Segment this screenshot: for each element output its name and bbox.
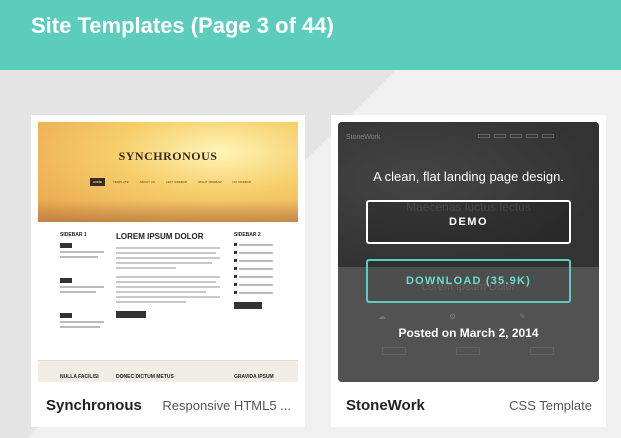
preview-mini-button <box>60 243 72 248</box>
preview-footer-heading: DONEC DICTUM METUS <box>116 374 174 380</box>
preview-check-item <box>234 267 288 270</box>
page-header: Site Templates (Page 3 of 44) <box>0 0 621 70</box>
preview-text-line <box>116 247 220 249</box>
preview-text-line <box>60 291 96 293</box>
preview-mini-button <box>60 313 72 318</box>
preview-nav-item: RIGHT SIDEBAR <box>198 180 222 184</box>
demo-button[interactable]: DEMO <box>366 200 571 244</box>
preview-mini-button <box>116 311 146 318</box>
preview-main-heading: LOREM IPSUM DOLOR <box>116 232 204 241</box>
page-title: Site Templates (Page 3 of 44) <box>31 13 334 38</box>
preview-text-line <box>116 301 186 303</box>
preview-text-line <box>116 257 220 259</box>
preview-mini-button <box>234 302 262 309</box>
preview-mini-button <box>60 278 72 283</box>
preview-nav-item: TEMPLATE <box>113 180 129 184</box>
preview-text-line <box>60 286 104 288</box>
preview-sidebar-left: SIDEBAR 1 <box>60 232 106 328</box>
posted-date: Posted on March 2, 2014 <box>398 326 539 340</box>
preview-text-line <box>116 267 176 269</box>
preview-text-line <box>116 281 216 283</box>
download-button[interactable]: DOWNLOAD (35.9K) <box>366 259 571 303</box>
preview-check-item <box>234 283 288 286</box>
preview-check-item <box>234 291 288 294</box>
preview-check-item <box>234 259 288 262</box>
preview-text-line <box>116 296 220 298</box>
preview-check-item <box>234 251 288 254</box>
preview-footer-heading: GRAVIDA IPSUM <box>234 374 274 380</box>
preview-hero: SYNCHRONOUS HOME TEMPLATE ABOUT US LEFT … <box>38 122 298 222</box>
preview-logo: SYNCHRONOUS <box>118 149 218 163</box>
preview-nav-item: NO SIDEBAR <box>232 180 252 184</box>
preview-nav-item: HOME <box>90 178 105 186</box>
preview-text-line <box>116 252 216 254</box>
preview-text-line <box>116 291 206 293</box>
template-description: A clean, flat landing page design. <box>373 169 564 184</box>
preview-text-line <box>60 326 100 328</box>
preview-skyline <box>38 200 298 222</box>
template-type: CSS Template <box>509 398 592 413</box>
template-card-synchronous[interactable]: SYNCHRONOUS HOME TEMPLATE ABOUT US LEFT … <box>31 115 305 427</box>
template-card-stonework[interactable]: StoneWork Maecenas luctus lectus Lorem I… <box>331 115 606 427</box>
preview-main-column: LOREM IPSUM DOLOR <box>116 232 222 318</box>
preview-nav-item: LEFT SIDEBAR <box>165 180 188 184</box>
template-type: Responsive HTML5 ... <box>162 398 291 413</box>
preview-nav-item: ABOUT US <box>139 180 155 184</box>
preview-text-line <box>60 321 104 323</box>
preview-text-line <box>116 286 220 288</box>
preview-sidebar-heading: SIDEBAR 1 <box>60 232 87 238</box>
preview-text-line <box>60 256 98 258</box>
preview-sidebar-heading: SIDEBAR 2 <box>234 232 261 238</box>
preview-sidebar-right: SIDEBAR 2 <box>234 232 288 309</box>
template-name[interactable]: StoneWork <box>346 397 425 414</box>
preview-nav: HOME TEMPLATE ABOUT US LEFT SIDEBAR RIGH… <box>90 178 254 186</box>
template-thumbnail[interactable]: StoneWork Maecenas luctus lectus Lorem I… <box>338 122 599 382</box>
preview-check-item <box>234 243 288 246</box>
template-name[interactable]: Synchronous <box>46 397 142 414</box>
preview-check-item <box>234 275 288 278</box>
template-thumbnail[interactable]: SYNCHRONOUS HOME TEMPLATE ABOUT US LEFT … <box>38 122 298 382</box>
preview-body: SIDEBAR 1 LOREM IPSUM DOLOR SIDEBAR 2 NU… <box>38 222 298 382</box>
preview-text-line <box>60 251 104 253</box>
preview-text-line <box>116 276 220 278</box>
preview-footer-heading: NULLA FACILISI <box>60 374 99 380</box>
hover-overlay <box>338 122 599 382</box>
preview-footer: NULLA FACILISI DONEC DICTUM METUS GRAVID… <box>38 360 298 382</box>
preview-text-line <box>116 262 212 264</box>
